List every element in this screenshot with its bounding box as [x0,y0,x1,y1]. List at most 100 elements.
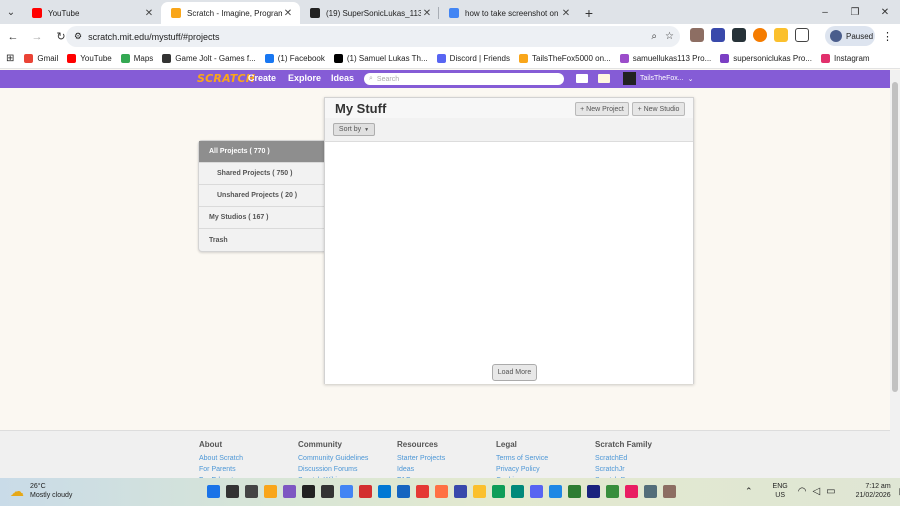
bookmark-item[interactable]: Gmail [24,54,58,63]
url-text[interactable]: scratch.mit.edu/mystuff/#projects [88,32,219,42]
footer-link[interactable]: Community Guidelines [298,453,368,464]
language-indicator[interactable]: ENG US [773,482,788,500]
taskbar-app-icon[interactable] [625,485,638,498]
new-project-button[interactable]: + New Project [575,102,629,116]
taskbar-app-icon[interactable] [340,485,353,498]
zoom-icon[interactable]: ⌕ [651,31,657,42]
taskbar-app-icon[interactable] [644,485,657,498]
bookmark-item[interactable]: Game Jolt - Games f... [162,54,256,63]
taskbar-app-icon[interactable] [549,485,562,498]
taskbar-app-icon[interactable] [435,485,448,498]
footer-link[interactable]: About Scratch [199,453,243,464]
browser-tab[interactable]: (19) SuperSonicLukas_113 (@S ✕ [300,2,439,24]
bookmark-item[interactable]: Instagram [820,54,870,63]
scratch-logo[interactable]: SCRATCH [197,72,255,85]
taskbar-app-icon[interactable] [587,485,600,498]
sidebar-item[interactable]: Unshared Projects ( 20 ) [199,185,324,207]
bookmark-item[interactable]: YouTube [67,54,112,63]
new-tab-button[interactable]: + [578,2,600,24]
close-tab-icon[interactable]: ✕ [282,8,294,19]
profile-button[interactable]: Paused [825,26,875,46]
footer-link[interactable]: Terms of Service [496,453,548,464]
clock[interactable]: 7:12 am 21/02/2026 [856,482,891,500]
sidebar-item[interactable]: Shared Projects ( 750 ) [199,163,324,185]
taskbar-app-icon[interactable] [454,485,467,498]
scratch-search-input[interactable]: ⌕ Search [364,73,564,85]
extension-icon[interactable] [753,28,767,42]
messages-icon[interactable] [576,74,588,83]
back-icon[interactable]: ← [2,26,24,48]
taskbar-app-icon[interactable] [416,485,429,498]
taskbar-app-icon[interactable] [359,485,372,498]
minimize-icon[interactable]: – [810,0,840,24]
sidebar-item[interactable]: All Projects ( 770 ) [199,141,324,163]
browser-tab[interactable]: Scratch - Imagine, Program, Sh ✕ [161,2,300,24]
bookmark-item[interactable]: samuellukas113 Pro... [619,54,711,63]
taskbar-app-icon[interactable] [378,485,391,498]
taskbar-app-icon[interactable] [207,485,220,498]
taskbar-app-icon[interactable] [606,485,619,498]
browser-tab[interactable]: how to take screenshot on win ✕ [439,2,578,24]
footer-link[interactable]: ScratchJr [595,464,652,475]
taskbar-app-icon[interactable] [492,485,505,498]
bookmark-item[interactable]: TailsTheFox5000 on... [519,54,611,63]
footer-link[interactable]: Privacy Policy [496,464,548,475]
bookmark-item[interactable]: Maps [120,54,153,63]
footer-link[interactable]: For Parents [199,464,243,475]
taskbar-app-icon[interactable] [226,485,239,498]
user-menu[interactable]: TailsTheFox... ⌄ [623,72,693,85]
extension-icon[interactable] [732,28,746,42]
maximize-icon[interactable]: ❐ [840,0,870,24]
bookmark-item[interactable]: Discord | Friends [436,54,510,63]
sidebar-item[interactable]: My Studios ( 167 ) [199,207,324,229]
new-studio-button[interactable]: + New Studio [632,102,685,116]
extension-icon[interactable] [690,28,704,42]
volume-icon[interactable]: ◁ [812,486,820,497]
extension-icon[interactable] [774,28,788,42]
nav-explore[interactable]: Explore [288,73,321,83]
browser-menu-icon[interactable]: ⋮ [882,30,893,43]
bookmark-item[interactable]: (1) Facebook [264,54,325,63]
sidebar-item[interactable]: Trash [199,229,324,251]
nav-ideas[interactable]: Ideas [331,73,354,83]
close-tab-icon[interactable]: ✕ [143,8,155,19]
forward-icon[interactable]: → [26,26,48,48]
taskbar-app-icon[interactable] [473,485,486,498]
bookmark-item[interactable]: supersoniclukas Pro... [720,54,812,63]
taskbar-app-icon[interactable] [568,485,581,498]
taskbar-app-icon[interactable] [397,485,410,498]
close-window-icon[interactable]: ✕ [870,0,900,24]
address-bar[interactable]: ⚙ scratch.mit.edu/mystuff/#projects ⌕ ☆ [66,26,680,47]
page-scrollbar[interactable] [890,70,900,478]
my-stuff-folder-icon[interactable] [598,74,610,83]
taskbar-app-icon[interactable] [302,485,315,498]
extension-icon[interactable] [711,28,725,42]
footer-link[interactable]: Ideas [397,464,445,475]
browser-tab[interactable]: YouTube ✕ [22,2,161,24]
wifi-icon[interactable]: ◠ [798,486,807,497]
tray-chevron-icon[interactable]: ⌃ [745,486,753,497]
taskbar-app-icon[interactable] [321,485,334,498]
close-tab-icon[interactable]: ✕ [560,8,572,19]
extensions-puzzle-icon[interactable] [795,28,809,42]
load-more-button[interactable]: Load More [492,364,537,381]
apps-grid-icon[interactable]: ⊞ [6,53,14,64]
nav-create[interactable]: Create [248,73,276,83]
taskbar-app-icon[interactable] [283,485,296,498]
bookmark-star-icon[interactable]: ☆ [665,31,674,42]
scrollbar-thumb[interactable] [892,82,898,392]
taskbar-app-icon[interactable] [264,485,277,498]
taskbar-app-icon[interactable] [245,485,258,498]
sort-by-dropdown[interactable]: Sort by ▼ [333,123,375,136]
footer-link[interactable]: Starter Projects [397,453,445,464]
tab-search-icon[interactable]: ⌄ [0,0,22,24]
taskbar-app-icon[interactable] [511,485,524,498]
footer-link[interactable]: ScratchEd [595,453,652,464]
battery-icon[interactable]: ▭ [826,486,835,497]
taskbar-app-icon[interactable] [530,485,543,498]
footer-link[interactable]: Discussion Forums [298,464,368,475]
bookmark-item[interactable]: (1) Samuel Lukas Th... [333,54,428,63]
close-tab-icon[interactable]: ✕ [421,8,433,19]
site-info-icon[interactable]: ⚙ [74,31,82,42]
weather-widget[interactable]: ☁ 26°C Mostly cloudy [10,482,72,500]
